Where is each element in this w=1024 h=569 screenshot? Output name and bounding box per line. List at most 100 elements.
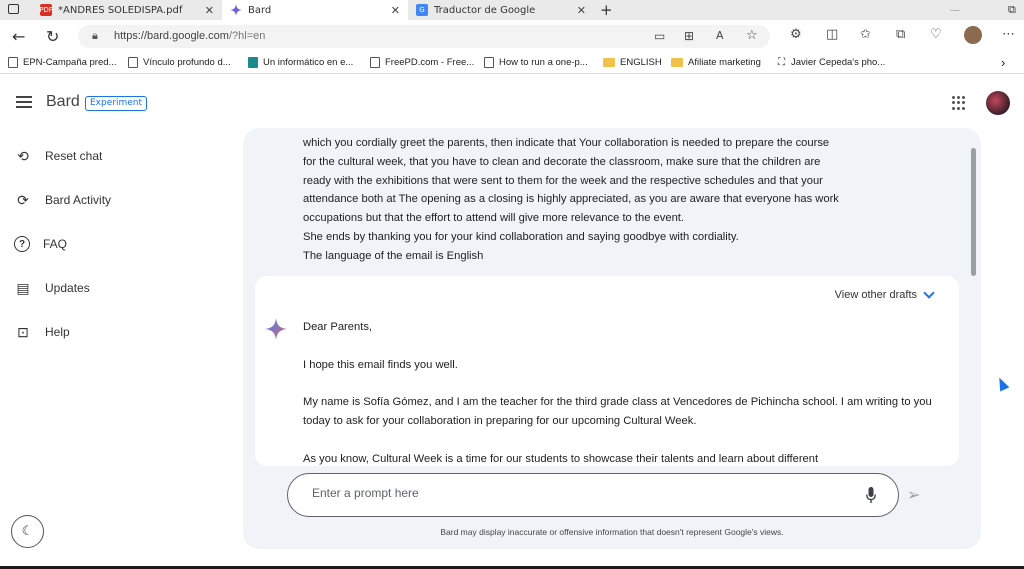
bard-response-text: Dear Parents, I hope this email finds yo…: [303, 318, 933, 466]
message-line: occupations but that the effort to atten…: [303, 212, 685, 225]
page-icon: [128, 57, 138, 68]
bookmark-item[interactable]: FreePD.com - Free...: [370, 57, 474, 68]
sidebar-item-label: Reset chat: [45, 149, 103, 163]
message-line: The language of the email is English: [303, 249, 484, 262]
bard-sparkle-icon: [230, 4, 242, 16]
message-line: for the cultural week, that you have to …: [303, 155, 821, 168]
address-bar-row: ← ↻ 🔒︎ https://bard.google.com/?hl=en ▭ …: [0, 20, 1024, 53]
sidebar-item-label: FAQ: [43, 237, 68, 251]
response-paragraph: My name is Sofía Gómez, and I am the tea…: [303, 396, 932, 427]
reset-icon: ⟲: [17, 147, 29, 164]
brand-logo: Bard: [46, 93, 80, 110]
bookmark-item[interactable]: Vínculo profundo d...: [128, 57, 231, 68]
tab-title: *ANDRES SOLEDISPA.pdf: [58, 4, 183, 16]
sidebar-item-help[interactable]: ⊡ Help: [14, 321, 214, 343]
url-field[interactable]: 🔒︎ https://bard.google.com/?hl=en ▭ ⊞ A …: [78, 25, 770, 48]
bookmark-folder[interactable]: ENGLISH: [603, 57, 662, 68]
favorites-icon[interactable]: ✩: [860, 27, 871, 42]
page-icon: [484, 57, 494, 68]
prompt-box[interactable]: [287, 473, 899, 517]
bard-sparkle-icon: [265, 318, 287, 340]
new-tab-button[interactable]: +: [600, 0, 620, 20]
chevron-down-icon: [923, 286, 935, 299]
experiment-badge: Experiment: [85, 96, 148, 111]
split-screen-icon[interactable]: ◫: [826, 27, 838, 42]
favorite-star-icon[interactable]: ☆: [746, 28, 758, 43]
sidebar-item-updates[interactable]: ▤ Updates: [14, 277, 214, 299]
sidebar-item-label: Updates: [45, 281, 90, 295]
url-text: https://bard.google.com/?hl=en: [114, 30, 266, 42]
chat-panel: which you cordially greet the parents, t…: [243, 128, 981, 549]
tab-bard[interactable]: Bard ✕: [222, 0, 408, 20]
bookmarks-bar: EPN-Campaña pred... Vínculo profundo d..…: [0, 53, 1024, 74]
tab-close-icon[interactable]: ✕: [205, 4, 214, 17]
browser-essentials-icon[interactable]: ♡: [930, 27, 942, 42]
drafts-label: View other drafts: [834, 289, 917, 301]
response-paragraph: I hope this email finds you well.: [303, 358, 458, 371]
app-header: Bard Experiment: [0, 82, 1024, 124]
message-line: ready with the exhibitions that were sen…: [303, 174, 823, 187]
google-apps-icon[interactable]: [952, 96, 966, 110]
help-circle-icon: ?: [14, 236, 30, 252]
tab-title: Bard: [248, 4, 272, 16]
plus-icon: +: [600, 1, 613, 19]
page-icon: [8, 57, 18, 68]
dark-mode-toggle[interactable]: ☾: [11, 515, 44, 548]
response-paragraph: Dear Parents,: [303, 321, 373, 333]
google-translate-icon: G: [416, 4, 428, 16]
history-icon: ⟳: [17, 191, 29, 208]
chevron-right-icon[interactable]: ›: [1001, 55, 1005, 70]
minimize-icon[interactable]: —: [950, 0, 970, 20]
app-available-icon[interactable]: ⊞: [684, 29, 694, 43]
extensions-icon[interactable]: ⚙: [790, 27, 802, 42]
sidebar-item-reset-chat[interactable]: ⟲ Reset chat: [14, 145, 214, 167]
more-menu-icon[interactable]: ⋯: [1002, 27, 1015, 42]
reader-mode-icon[interactable]: ▭: [654, 29, 665, 43]
view-other-drafts-button[interactable]: View other drafts: [834, 286, 935, 301]
prompt-input[interactable]: [312, 486, 852, 500]
lock-icon[interactable]: 🔒︎: [92, 29, 98, 43]
bookmark-item[interactable]: EPN-Campaña pred...: [8, 57, 116, 68]
feedback-icon: ⊡: [17, 323, 29, 340]
tab-close-icon[interactable]: ✕: [391, 4, 400, 17]
bookmark-item[interactable]: ⛶ Javier Cepeda's pho...: [778, 57, 885, 68]
read-aloud-icon[interactable]: A: [716, 29, 724, 42]
sidebar-item-faq[interactable]: ? FAQ: [14, 233, 214, 255]
microphone-icon[interactable]: [866, 487, 876, 504]
response-paragraph: As you know, Cultural Week is a time for…: [303, 452, 819, 465]
disclaimer-text: Bard may display inaccurate or offensive…: [440, 527, 784, 537]
sidebar-item-label: Bard Activity: [45, 193, 112, 207]
updates-icon: ▤: [16, 279, 30, 296]
back-arrow-icon[interactable]: ←: [12, 27, 25, 46]
browser-tab-strip: PDF *ANDRES SOLEDISPA.pdf ✕ Bard ✕ G Tra…: [0, 0, 1024, 20]
sidebar-item-label: Help: [45, 325, 70, 339]
folder-icon: [603, 58, 615, 67]
app-icon: ⛶: [778, 57, 785, 68]
account-avatar[interactable]: [986, 91, 1010, 115]
bookmark-item[interactable]: Un informático en e...: [248, 57, 353, 68]
collections-icon[interactable]: ⧉: [896, 27, 905, 42]
tab-actions-icon[interactable]: [8, 4, 19, 14]
send-icon[interactable]: ➢: [907, 485, 920, 504]
bookmark-folder[interactable]: Afiliate marketing: [671, 57, 761, 68]
restore-window-icon[interactable]: ⧉: [1008, 0, 1022, 20]
bookmark-item[interactable]: How to run a one-p...: [484, 57, 588, 68]
message-line: which you cordially greet the parents, t…: [303, 137, 830, 149]
sidebar-item-bard-activity[interactable]: ⟳ Bard Activity: [14, 189, 214, 211]
browser-profile-avatar[interactable]: [964, 26, 982, 44]
tab-close-icon[interactable]: ✕: [577, 4, 586, 17]
tab-translate[interactable]: G Traductor de Google ✕: [408, 0, 594, 20]
site-icon: [248, 57, 258, 68]
refresh-icon[interactable]: ↻: [46, 27, 59, 46]
scrollbar-thumb[interactable]: [971, 148, 976, 276]
message-line: She ends by thanking you for your kind c…: [303, 230, 739, 243]
chat-scrollbar[interactable]: [971, 148, 977, 276]
tab-pdf[interactable]: PDF *ANDRES SOLEDISPA.pdf ✕: [32, 0, 222, 20]
message-line: attendance both at The opening as a clos…: [303, 193, 839, 206]
tab-title: Traductor de Google: [434, 4, 536, 16]
menu-icon[interactable]: [16, 96, 32, 108]
pdf-icon: PDF: [39, 4, 53, 16]
mouse-cursor-icon: [994, 375, 1010, 392]
folder-icon: [671, 58, 683, 67]
user-prompt-message: which you cordially greet the parents, t…: [303, 134, 933, 266]
